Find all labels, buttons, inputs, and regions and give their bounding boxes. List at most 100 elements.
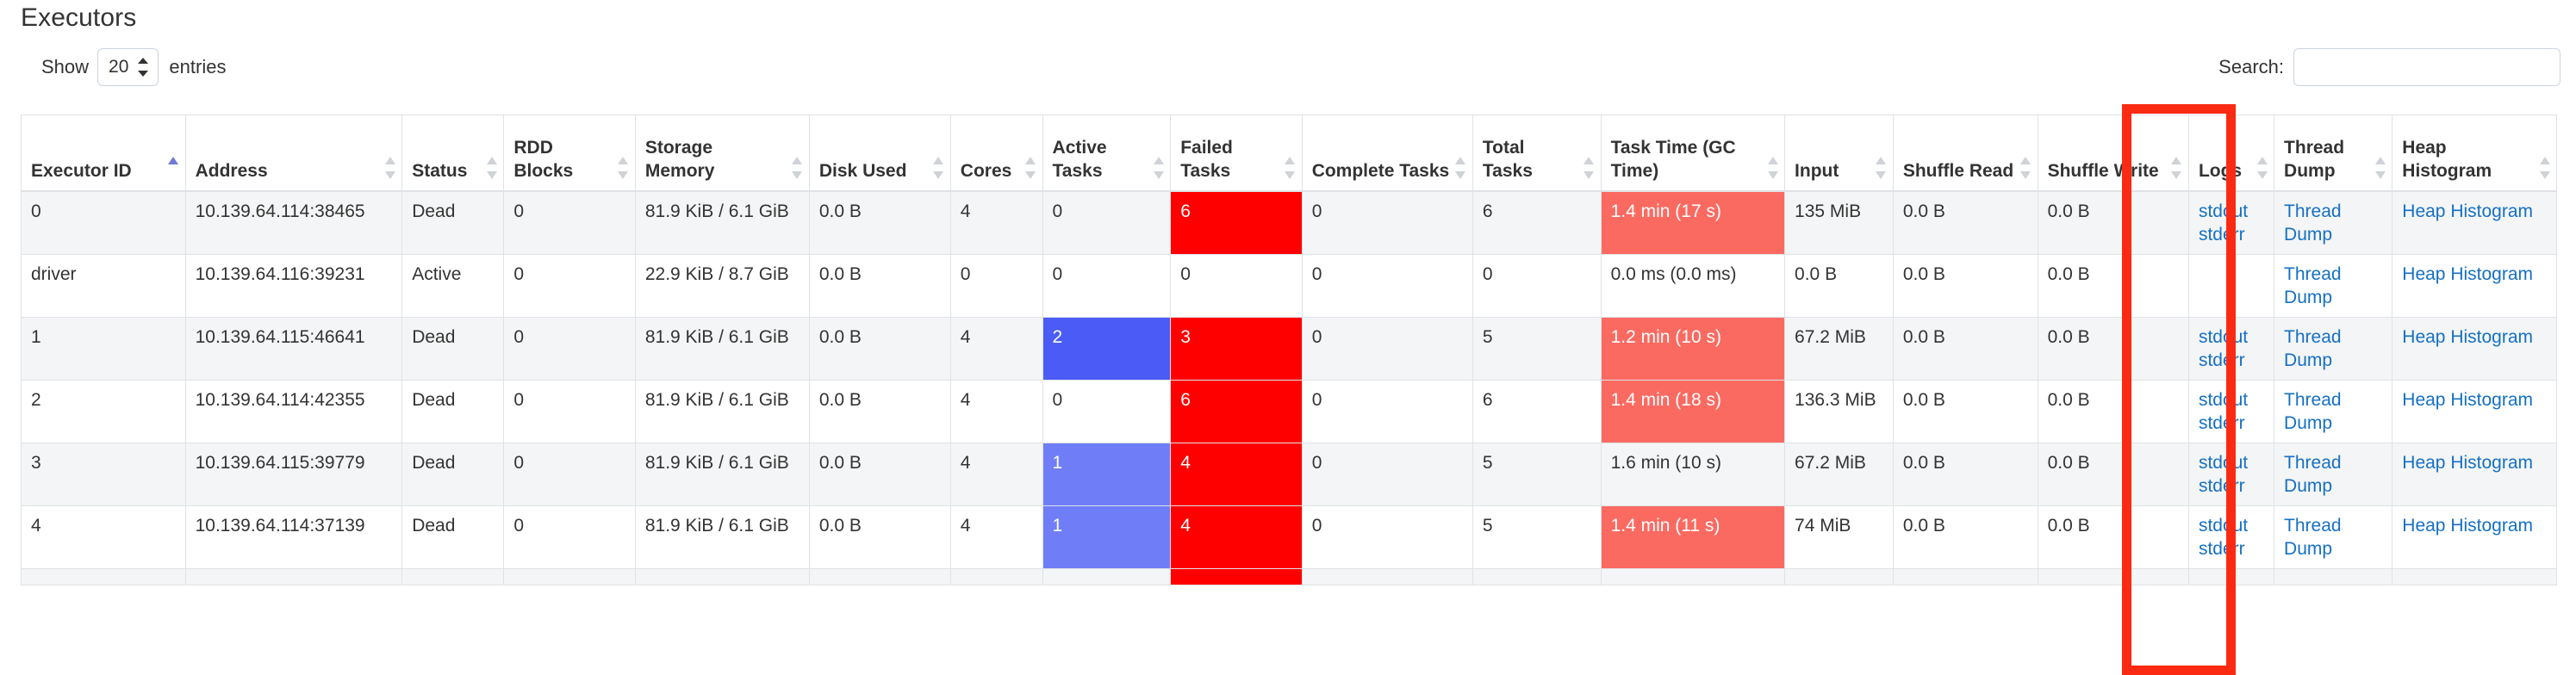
thread-dump-link[interactable]: Thread Dump [2284, 325, 2382, 372]
cell-total-tasks: 6 [1472, 191, 1601, 255]
column-header-label: Failed Tasks [1180, 138, 1233, 181]
heap-histogram-link[interactable]: Heap Histogram [2402, 388, 2547, 412]
cell-heap-histogram: Heap Histogram [2392, 317, 2557, 380]
sort-toggle-icon[interactable] [933, 157, 944, 179]
cell-status [402, 568, 504, 585]
cell-cores: 0 [950, 254, 1042, 317]
log-link-stderr[interactable]: stderr [2199, 223, 2264, 246]
cell-active-tasks: 0 [1042, 380, 1171, 443]
sort-ascending-icon[interactable] [168, 157, 179, 179]
search-label: Search: [2218, 56, 2284, 78]
column-header-active-tasks[interactable]: Active Tasks [1042, 115, 1171, 191]
column-header-disk-used[interactable]: Disk Used [809, 115, 950, 191]
sort-toggle-icon[interactable] [2020, 157, 2032, 179]
heap-histogram-link[interactable]: Heap Histogram [2402, 263, 2547, 286]
column-header-task-time-gc-time[interactable]: Task Time (GC Time) [1601, 115, 1784, 191]
sort-toggle-icon[interactable] [1876, 157, 1887, 179]
sort-toggle-icon[interactable] [2256, 157, 2268, 179]
cell-disk-used [809, 568, 950, 585]
table-row: 310.139.64.115:39779Dead081.9 KiB / 6.1 … [22, 443, 2557, 505]
sort-toggle-icon[interactable] [1285, 157, 1296, 179]
log-link-stdout[interactable]: stdout [2199, 325, 2264, 349]
cell-executor-id: driver [22, 254, 186, 317]
cell-disk-used: 0.0 B [809, 191, 950, 255]
column-header-cores[interactable]: Cores [950, 115, 1042, 191]
thread-dump-link[interactable]: Thread Dump [2284, 514, 2382, 560]
show-label: Show [41, 56, 89, 78]
heap-histogram-link[interactable]: Heap Histogram [2402, 200, 2547, 223]
log-link-stdout[interactable]: stdout [2199, 200, 2264, 223]
cell-address [185, 568, 402, 585]
column-header-shuffle-read[interactable]: Shuffle Read [1893, 115, 2038, 191]
column-header-address[interactable]: Address [185, 115, 402, 191]
cell-shuffle-read: 0.0 B [1893, 317, 2038, 380]
sort-toggle-icon[interactable] [2539, 157, 2550, 179]
sort-toggle-icon[interactable] [1584, 157, 1595, 179]
sort-toggle-icon[interactable] [1767, 157, 1778, 179]
page-length-value: 20 [109, 57, 128, 77]
cell-total-tasks: 5 [1472, 317, 1601, 380]
heap-histogram-link[interactable]: Heap Histogram [2402, 451, 2547, 474]
cell-logs: stdoutstderr [2188, 191, 2274, 255]
column-header-rdd-blocks[interactable]: RDD Blocks [504, 115, 635, 191]
column-header-input[interactable]: Input [1785, 115, 1894, 191]
cell-shuffle-read: 0.0 B [1893, 380, 2038, 443]
thread-dump-link[interactable]: Thread Dump [2284, 200, 2382, 246]
table-controls: Show 20 entries Search: [0, 48, 2576, 93]
page-length-control: Show 20 entries [41, 48, 226, 86]
cell-input: 67.2 MiB [1785, 443, 1894, 505]
sort-toggle-icon[interactable] [2171, 157, 2182, 179]
log-link-stdout[interactable]: stdout [2199, 514, 2264, 537]
column-header-status[interactable]: Status [402, 115, 504, 191]
column-header-storage-memory[interactable]: Storage Memory [635, 115, 809, 191]
cell-storage-memory: 81.9 KiB / 6.1 GiB [635, 380, 809, 443]
column-header-shuffle-write[interactable]: Shuffle Write [2038, 115, 2188, 191]
cell-complete-tasks: 0 [1302, 191, 1472, 255]
column-header-executor-id[interactable]: Executor ID [22, 115, 186, 191]
sort-toggle-icon[interactable] [384, 157, 395, 179]
cell-cores: 4 [950, 317, 1042, 380]
heap-histogram-link[interactable]: Heap Histogram [2402, 514, 2547, 537]
sort-toggle-icon[interactable] [1025, 157, 1036, 179]
column-header-total-tasks[interactable]: Total Tasks [1472, 115, 1601, 191]
page-length-select[interactable]: 20 [97, 48, 159, 86]
column-header-label: Logs [2199, 161, 2242, 181]
log-link-stdout[interactable]: stdout [2199, 388, 2264, 412]
cell-executor-id [22, 568, 186, 585]
log-link-stderr[interactable]: stderr [2199, 474, 2264, 498]
cell-shuffle-write: 0.0 B [2038, 317, 2188, 380]
executors-table-wrapper: Executor IDAddressStatusRDD BlocksStorag… [21, 115, 2557, 585]
log-link-stderr[interactable]: stderr [2199, 537, 2264, 560]
cell-shuffle-read [1893, 568, 2038, 585]
cell-status: Active [402, 254, 504, 317]
table-header: Executor IDAddressStatusRDD BlocksStorag… [22, 115, 2557, 191]
sort-toggle-icon[interactable] [618, 157, 629, 179]
thread-dump-link[interactable]: Thread Dump [2284, 263, 2382, 309]
sort-toggle-icon[interactable] [792, 157, 803, 179]
column-header-complete-tasks[interactable]: Complete Tasks [1302, 115, 1472, 191]
sort-toggle-icon[interactable] [486, 157, 497, 179]
log-link-stdout[interactable]: stdout [2199, 451, 2264, 474]
cell-total-tasks: 5 [1472, 505, 1601, 568]
cell-heap-histogram: Heap Histogram [2392, 254, 2557, 317]
sort-toggle-icon[interactable] [1153, 157, 1164, 179]
cell-address: 10.139.64.114:38465 [185, 191, 402, 255]
cell-executor-id: 0 [22, 191, 186, 255]
heap-histogram-link[interactable]: Heap Histogram [2402, 325, 2547, 349]
column-header-failed-tasks[interactable]: Failed Tasks [1171, 115, 1302, 191]
cell-disk-used: 0.0 B [809, 505, 950, 568]
column-header-heap-histogram[interactable]: Heap Histogram [2392, 115, 2557, 191]
search-input[interactable] [2293, 48, 2560, 86]
search-control: Search: [2218, 48, 2560, 86]
cell-complete-tasks: 0 [1302, 380, 1472, 443]
cell-total-tasks [1472, 568, 1601, 585]
column-header-logs[interactable]: Logs [2188, 115, 2274, 191]
column-header-thread-dump[interactable]: Thread Dump [2274, 115, 2392, 191]
sort-toggle-icon[interactable] [2374, 157, 2386, 179]
log-link-stderr[interactable]: stderr [2199, 412, 2264, 435]
cell-rdd-blocks: 0 [504, 254, 635, 317]
log-link-stderr[interactable]: stderr [2199, 349, 2264, 372]
sort-toggle-icon[interactable] [1455, 157, 1466, 179]
thread-dump-link[interactable]: Thread Dump [2284, 388, 2382, 435]
thread-dump-link[interactable]: Thread Dump [2284, 451, 2382, 498]
